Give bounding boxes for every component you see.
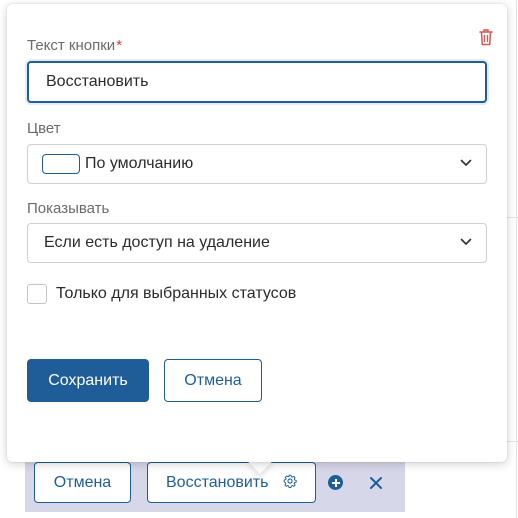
toolbar-restore-button[interactable]: Восстановить [147,462,316,503]
toolbar-cancel-label: Отмена [53,473,112,491]
cancel-button-label: Отмена [184,371,242,389]
color-select[interactable]: По умолчанию [27,144,487,184]
required-mark: * [116,37,123,54]
button-settings-popover: Текст кнопки* Цвет По умолчанию Показыва… [7,4,507,462]
show-label: Показывать [27,200,110,217]
only-selected-statuses-row[interactable]: Только для выбранных статусов [27,284,296,304]
cancel-button[interactable]: Отмена [164,359,262,402]
show-select[interactable]: Если есть доступ на удаление [27,223,487,263]
color-selected-value: По умолчанию [85,155,194,172]
save-button[interactable]: Сохранить [27,359,149,402]
close-icon[interactable] [369,476,383,490]
button-text-label: Текст кнопки* [27,37,122,54]
button-text-input[interactable] [27,61,487,103]
save-button-label: Сохранить [48,371,128,389]
plus-circle-icon[interactable] [328,475,343,490]
only-selected-statuses-label: Только для выбранных статусов [56,285,297,302]
only-selected-statuses-checkbox[interactable] [27,284,47,304]
color-swatch [42,154,80,174]
color-label: Цвет [27,120,61,137]
show-selected-value: Если есть доступ на удаление [44,234,270,251]
trash-icon[interactable] [479,28,493,46]
gear-icon[interactable] [283,474,297,488]
toolbar-cancel-button[interactable]: Отмена [34,462,131,503]
button-text-label-text: Текст кнопки [27,37,116,54]
chevron-down-icon [460,238,472,245]
chevron-down-icon [460,159,472,166]
toolbar-restore-label: Восстановить [166,473,269,491]
